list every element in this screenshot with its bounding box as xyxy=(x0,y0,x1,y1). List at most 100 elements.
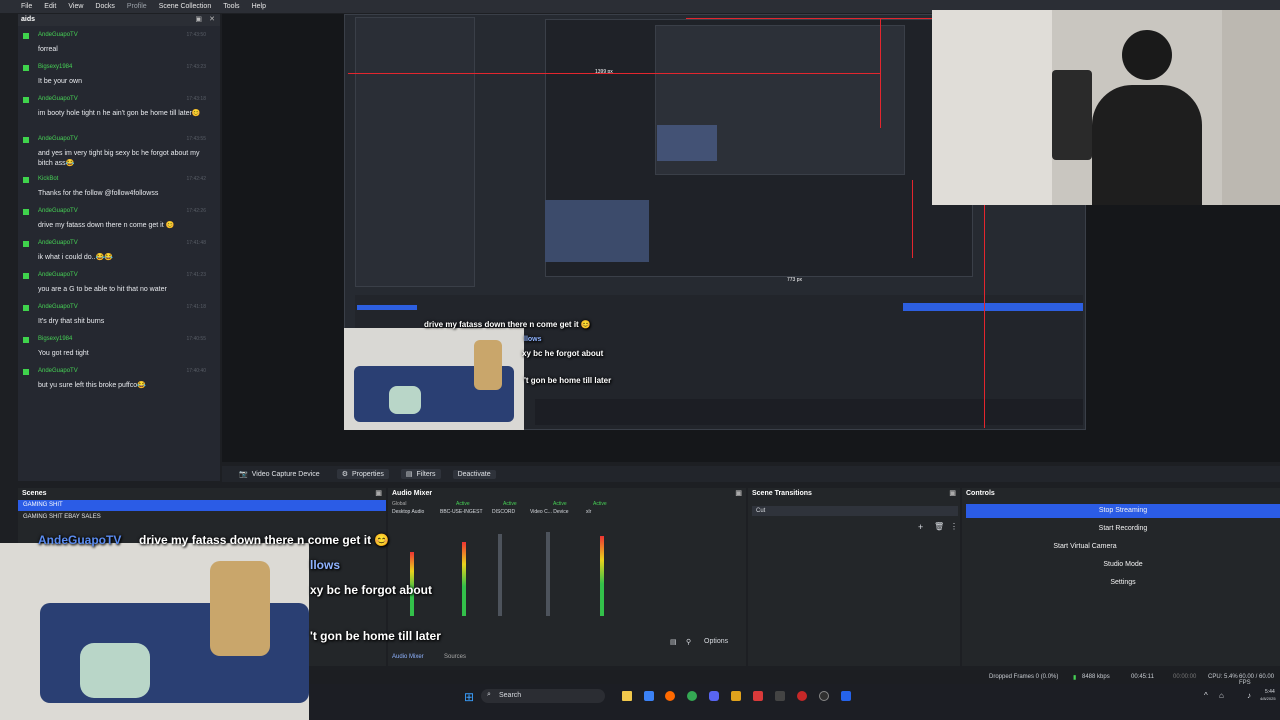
menu-file[interactable]: File xyxy=(21,3,32,10)
windows-start-icon[interactable]: ⊞ xyxy=(464,690,474,704)
firefox-icon[interactable] xyxy=(665,691,675,701)
scenes-title: Scenes ▣ xyxy=(18,488,386,499)
trash-icon[interactable]: 🗑 xyxy=(934,522,944,531)
chat-user[interactable]: AndeGuapoTV xyxy=(38,136,78,142)
source-selector[interactable]: 📷 Video Capture Device xyxy=(234,469,325,479)
app-icon[interactable] xyxy=(841,691,851,701)
menu-scene-collection[interactable]: Scene Collection xyxy=(159,3,212,10)
chat-user[interactable]: AndeGuapoTV xyxy=(38,32,78,38)
channel-name[interactable]: Desktop Audio xyxy=(392,509,424,515)
chat-time: 17:40:55 xyxy=(186,336,206,342)
chat-user[interactable]: KickBot xyxy=(38,176,58,182)
kick-icon xyxy=(23,337,29,343)
channel-name[interactable]: Video C... Device xyxy=(530,509,569,515)
volume-slider[interactable] xyxy=(498,534,502,616)
chevron-up-icon[interactable]: ^ xyxy=(1204,691,1208,700)
list-item: AndeGuapoTV 17:43:50 forreal xyxy=(18,26,220,58)
float-icon[interactable]: ▣ xyxy=(949,488,956,499)
channel-name[interactable]: BBC-USE-INGEST xyxy=(440,509,483,515)
float-icon[interactable]: ▣ xyxy=(195,15,202,23)
network-icon[interactable]: ⌂ xyxy=(1219,691,1224,700)
deactivate-button[interactable]: Deactivate xyxy=(452,469,496,479)
chat-text: forreal xyxy=(38,46,58,53)
scene-item[interactable]: GAMING SHIT xyxy=(18,500,386,511)
add-icon[interactable]: + xyxy=(918,522,923,532)
discord-icon[interactable] xyxy=(709,691,719,701)
terminal-icon[interactable] xyxy=(775,691,785,701)
settings-button[interactable]: Settings xyxy=(966,576,1280,590)
menu-tools[interactable]: Tools xyxy=(223,3,239,10)
bag xyxy=(389,386,421,414)
start-virtual-camera-button[interactable]: Start Virtual Camera xyxy=(928,540,1242,554)
bag xyxy=(80,643,150,698)
search-label: Search xyxy=(499,692,522,699)
chat-time: 17:43:18 xyxy=(186,96,206,102)
channel-state: Active xyxy=(456,501,470,507)
float-icon[interactable]: ▣ xyxy=(735,488,742,499)
search-box[interactable]: Search xyxy=(481,689,605,703)
chat-text: Thanks for the follow @follow4followss xyxy=(38,190,159,197)
guide-line xyxy=(912,180,913,258)
menu-view[interactable]: View xyxy=(68,3,83,10)
app-icon[interactable] xyxy=(753,691,763,701)
volume-slider[interactable] xyxy=(546,532,550,616)
volume-icon[interactable]: ♪ xyxy=(1247,691,1251,700)
list-item: AndeGuapoTV 17:42:26 drive my fatass down … xyxy=(18,202,220,234)
start-recording-button[interactable]: Start Recording xyxy=(966,522,1280,536)
app-icon[interactable] xyxy=(797,691,807,701)
person xyxy=(210,561,270,656)
more-icon[interactable]: ⋮ xyxy=(950,522,958,531)
chat-user[interactable]: AndeGuapoTV xyxy=(38,240,78,246)
menu-profile[interactable]: Profile xyxy=(127,3,147,10)
filter-icon: ▤ xyxy=(405,471,413,478)
store-icon[interactable] xyxy=(644,691,654,701)
chat-time: 17:43:23 xyxy=(186,64,206,70)
volume-meter xyxy=(600,536,604,616)
nested-chat-panel xyxy=(355,17,475,287)
menu-docks[interactable]: Docks xyxy=(95,3,114,10)
tab-sources[interactable]: Sources xyxy=(444,654,466,660)
link-icon[interactable]: ⚲ xyxy=(686,638,691,646)
clock-time[interactable]: 5:44 xyxy=(1265,689,1275,695)
studio-mode-button[interactable]: Studio Mode xyxy=(966,558,1280,572)
properties-button[interactable]: ⚙ Properties xyxy=(336,469,389,479)
channel-name[interactable]: DISCORD xyxy=(492,509,515,515)
menu-help[interactable]: Help xyxy=(252,3,266,10)
tab-audio-mixer[interactable]: Audio Mixer xyxy=(392,654,424,660)
list-icon[interactable]: ▤ xyxy=(670,638,677,646)
dock-title: Audio Mixer xyxy=(392,490,433,497)
measure-label: 773 px xyxy=(787,277,803,283)
chat-user[interactable]: AndeGuapoTV xyxy=(38,272,78,278)
overlay-chat-line: 't gon be home till later xyxy=(310,629,441,643)
kick-icon xyxy=(23,273,29,279)
chat-time: 17:43:50 xyxy=(186,32,206,38)
options-button[interactable]: Options xyxy=(704,638,728,645)
filters-button[interactable]: ▤ Filters xyxy=(400,469,441,479)
kick-icon xyxy=(23,177,29,183)
list-item: AndeGuapoTV 17:40:40 but yu sure left this… xyxy=(18,362,220,394)
chrome-icon[interactable] xyxy=(687,691,697,701)
chat-user[interactable]: AndeGuapoTV xyxy=(38,304,78,310)
bitrate: 8488 kbps xyxy=(1082,674,1110,680)
chat-user[interactable]: Bigsexy1984 xyxy=(38,336,72,342)
dock-title: Scene Transitions xyxy=(752,490,812,497)
float-icon[interactable]: ▣ xyxy=(375,488,382,499)
chat-time: 17:43:55 xyxy=(186,136,206,142)
transition-select[interactable]: Cut xyxy=(752,506,958,516)
file-explorer-icon[interactable] xyxy=(622,691,632,701)
close-icon[interactable]: ✕ xyxy=(209,15,215,23)
chat-user[interactable]: AndeGuapoTV xyxy=(38,208,78,214)
app-icon[interactable] xyxy=(731,691,741,701)
list-item: AndeGuapoTV 17:41:18 It's dry that shit bu… xyxy=(18,298,220,330)
chat-user[interactable]: Bigsexy1984 xyxy=(38,64,72,70)
guide-line xyxy=(984,205,985,428)
obs-icon[interactable] xyxy=(819,691,829,701)
clock-date[interactable]: 4/8/2025 xyxy=(1260,696,1276,701)
chat-time: 17:42:42 xyxy=(186,176,206,182)
menu-edit[interactable]: Edit xyxy=(44,3,56,10)
chat-user[interactable]: AndeGuapoTV xyxy=(38,368,78,374)
scene-item[interactable]: GAMING SHIT EBAY SALES xyxy=(18,512,386,523)
stop-streaming-button[interactable]: Stop Streaming xyxy=(966,504,1280,518)
channel-name[interactable]: xlr xyxy=(586,509,591,515)
chat-user[interactable]: AndeGuapoTV xyxy=(38,96,78,102)
